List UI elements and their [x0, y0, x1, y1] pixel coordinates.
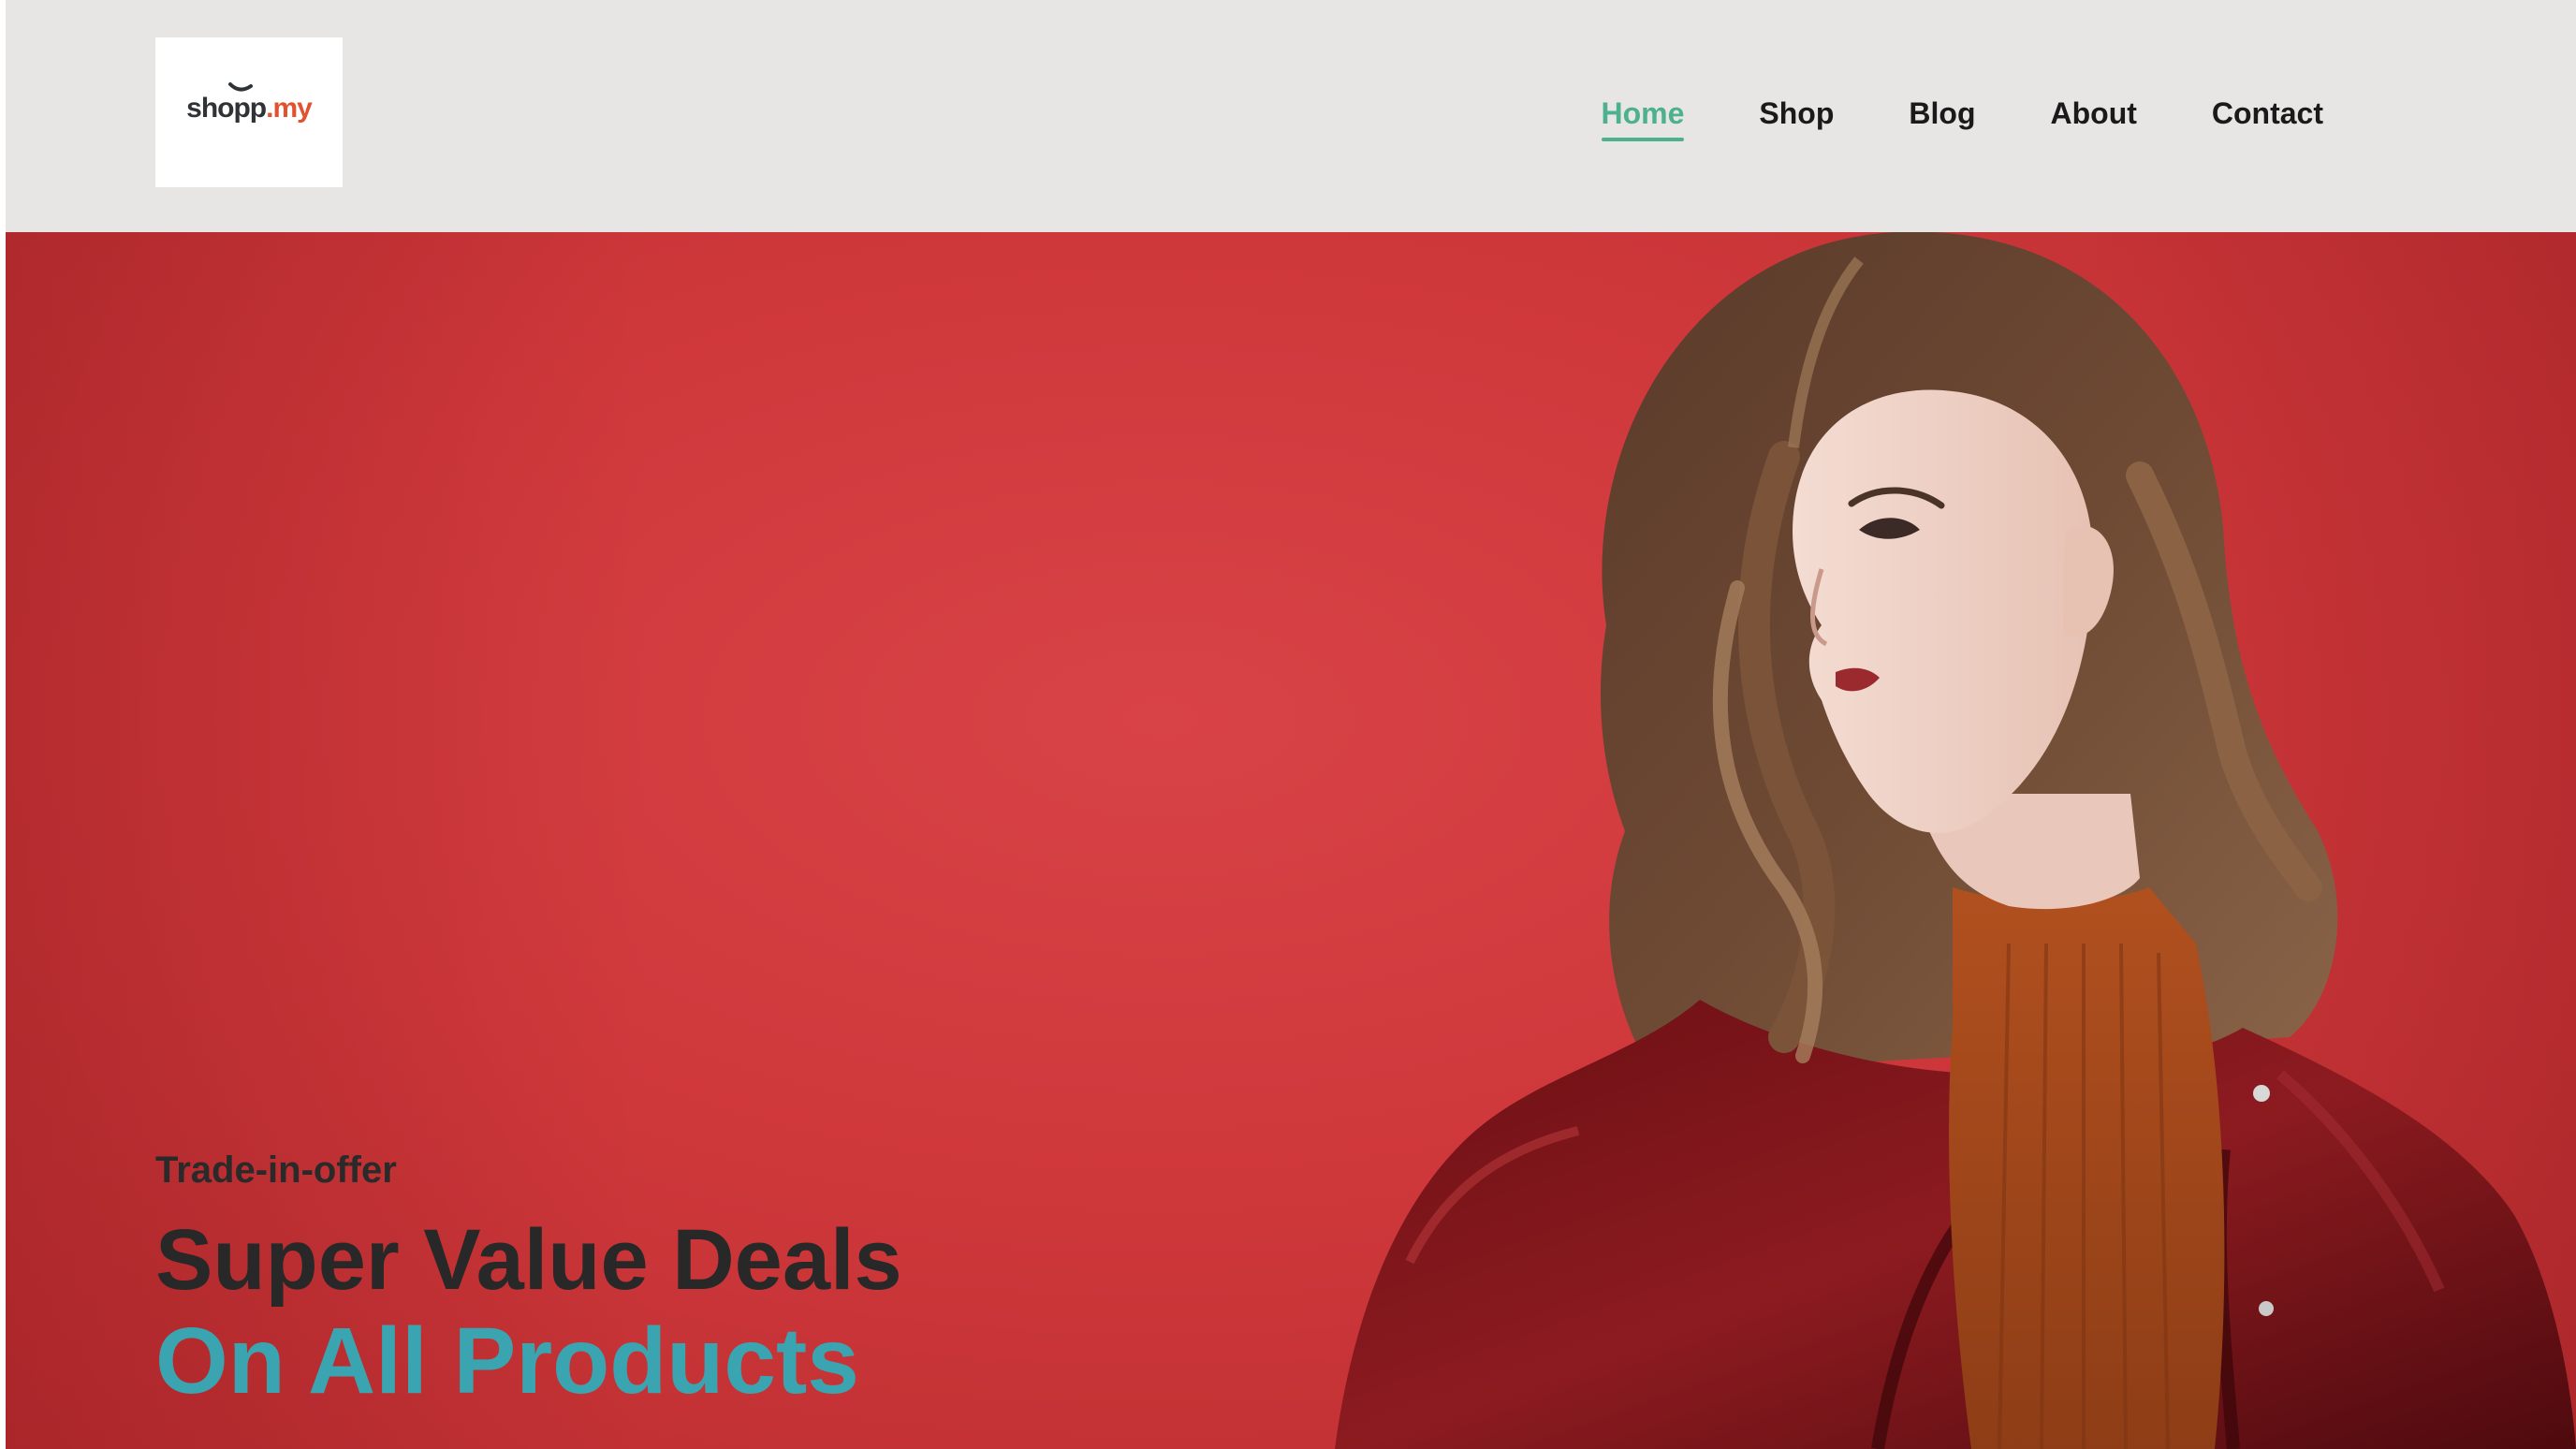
hero-text: Trade-in-offer Super Value Deals On All … [155, 1149, 902, 1413]
page: shopp.my Home Shop Blog About Contact Tr… [6, 0, 2576, 1449]
hero-headline: Super Value Deals [155, 1212, 902, 1308]
logo[interactable]: shopp.my [155, 37, 343, 187]
nav-blog[interactable]: Blog [1909, 96, 1975, 131]
site-header: shopp.my Home Shop Blog About Contact [6, 0, 2576, 232]
hero-subline: On All Products [155, 1309, 859, 1414]
hero-model-image [1335, 232, 2576, 1449]
logo-smile-icon [228, 82, 253, 92]
nav-home[interactable]: Home [1601, 96, 1685, 141]
main-nav: Home Shop Blog About Contact [1601, 96, 2323, 141]
hero-kicker: Trade-in-offer [155, 1149, 397, 1191]
nav-about[interactable]: About [2050, 96, 2136, 131]
hero-banner: Trade-in-offer Super Value Deals On All … [6, 232, 2576, 1449]
nav-shop[interactable]: Shop [1759, 96, 1834, 131]
nav-contact[interactable]: Contact [2212, 96, 2323, 131]
active-underline [1601, 138, 1685, 141]
